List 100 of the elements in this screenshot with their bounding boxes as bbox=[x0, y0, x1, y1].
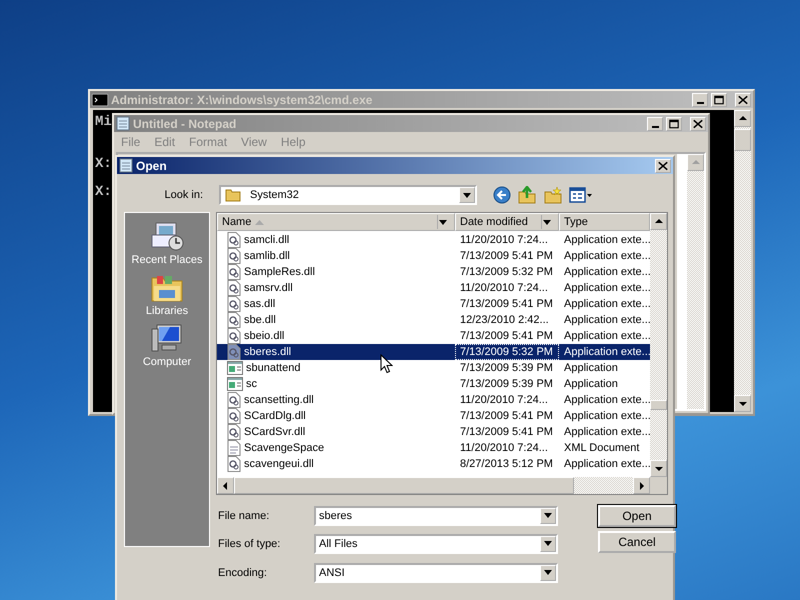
file-row[interactable]: samsrv.dll 11/20/2010 7:24... Application exte... bbox=[217, 280, 650, 296]
column-header[interactable]: Date modified bbox=[455, 213, 559, 231]
minimize-button[interactable] bbox=[647, 116, 663, 130]
date-cell-text: 7/13/2009 5:41 PM bbox=[459, 409, 554, 424]
type-cell-text: Application exte... bbox=[563, 329, 651, 344]
file-row[interactable]: scavengeui.dll 8/27/2013 5:12 PM Application exte... bbox=[217, 456, 650, 472]
file-row[interactable]: sbunattend 7/13/2009 5:39 PM Application bbox=[217, 360, 650, 376]
close-icon bbox=[691, 118, 705, 130]
file-name: sc bbox=[246, 378, 257, 390]
scroll-up-button[interactable] bbox=[734, 110, 751, 127]
file-row[interactable]: SampleRes.dll 7/13/2009 5:32 PM Application exte... bbox=[217, 264, 650, 280]
date-cell-text: 11/20/2010 7:24... bbox=[459, 441, 549, 456]
scrollbar[interactable] bbox=[650, 213, 667, 477]
close-button[interactable] bbox=[690, 116, 706, 130]
file-row[interactable]: sas.dll 7/13/2009 5:41 PM Application exte... bbox=[217, 296, 650, 312]
date-cell-text: 12/23/2010 2:42... bbox=[459, 313, 550, 328]
file-row[interactable]: sberes.dll 7/13/2009 5:32 PM Application exte... bbox=[217, 344, 650, 360]
date-cell-text: 7/13/2009 5:39 PM bbox=[459, 377, 554, 392]
type-cell-text: XML Document bbox=[563, 441, 640, 456]
file-name: samsrv.dll bbox=[244, 282, 293, 294]
file-row[interactable]: scansetting.dll 11/20/2010 7:24... Application exte... bbox=[217, 392, 650, 408]
scroll-down-button[interactable] bbox=[650, 460, 667, 477]
file-name: sbeio.dll bbox=[244, 330, 284, 342]
new-folder-icon[interactable] bbox=[543, 186, 563, 204]
scroll-thumb[interactable] bbox=[650, 400, 667, 410]
close-button[interactable] bbox=[655, 158, 671, 172]
file-row[interactable]: sbeio.dll 7/13/2009 5:41 PM Application exte... bbox=[217, 328, 650, 344]
field-label: Files of type: bbox=[218, 538, 282, 550]
file-row[interactable]: sc 7/13/2009 5:39 PM Application bbox=[217, 376, 650, 392]
file-row[interactable]: ScavengeSpace 11/20/2010 7:24... XML Document bbox=[217, 440, 650, 456]
gear-file-icon bbox=[227, 280, 241, 296]
field-label: Encoding: bbox=[218, 566, 268, 578]
console-icon bbox=[92, 94, 108, 106]
minimize-button[interactable] bbox=[692, 92, 708, 106]
type-cell-text: Application exte... bbox=[563, 425, 651, 440]
scrollbar[interactable] bbox=[734, 110, 751, 412]
scroll-down-button[interactable] bbox=[734, 395, 751, 412]
window-file-icon bbox=[227, 361, 243, 375]
type-cell-text: Application exte... bbox=[563, 297, 651, 312]
scroll-thumb[interactable] bbox=[734, 129, 751, 151]
date-cell-text: 7/13/2009 5:41 PM bbox=[459, 425, 554, 440]
caret-down-icon bbox=[463, 192, 471, 198]
date-cell: 7/13/2009 5:32 PM bbox=[455, 344, 559, 360]
file-name: sberes.dll bbox=[244, 346, 292, 358]
gear-file-icon bbox=[227, 344, 241, 360]
view-menu-icon[interactable] bbox=[569, 186, 593, 204]
file-name: SCardSvr.dll bbox=[244, 426, 306, 438]
maximize-button[interactable] bbox=[666, 116, 682, 130]
file-row[interactable]: samcli.dll 11/20/2010 7:24... Application exte... bbox=[217, 232, 650, 248]
look-in-dropdown[interactable]: System32 bbox=[219, 185, 477, 205]
close-icon bbox=[656, 160, 670, 172]
sort-arrow-icon bbox=[255, 220, 264, 224]
column-header[interactable]: Type bbox=[559, 213, 650, 231]
gear-file-icon bbox=[227, 408, 241, 424]
window-file-icon bbox=[227, 377, 243, 391]
file-row[interactable]: SCardSvr.dll 7/13/2009 5:41 PM Application exte... bbox=[217, 424, 650, 440]
window-title: Untitled - Notepad bbox=[133, 116, 238, 130]
maximize-icon bbox=[667, 118, 681, 130]
combo-field[interactable]: All Files bbox=[314, 534, 558, 554]
scrollbar[interactable] bbox=[687, 154, 704, 409]
close-button[interactable] bbox=[735, 92, 751, 106]
scroll-thumb[interactable] bbox=[234, 477, 574, 494]
caret-down-icon bbox=[544, 541, 552, 546]
type-cell-text: Application exte... bbox=[563, 345, 651, 360]
file-row[interactable]: sbe.dll 12/23/2010 2:42... Application exte... bbox=[217, 312, 650, 328]
field-label: File name: bbox=[218, 510, 270, 522]
place-item[interactable]: Libraries bbox=[146, 272, 188, 317]
file-name: ScavengeSpace bbox=[244, 442, 324, 454]
mouse-cursor-icon bbox=[380, 354, 393, 374]
combo-field[interactable]: sberes bbox=[314, 506, 558, 526]
date-cell-text: 11/20/2010 7:24... bbox=[459, 233, 549, 248]
scroll-up-button[interactable] bbox=[650, 213, 667, 230]
file-name: scavengeui.dll bbox=[244, 458, 314, 470]
dialog-button[interactable]: Cancel bbox=[598, 531, 676, 553]
place-item[interactable]: Computer bbox=[142, 323, 192, 368]
horizontal-scrollbar[interactable] bbox=[217, 477, 667, 494]
console-line: X: bbox=[95, 184, 112, 200]
file-name: SCardDlg.dll bbox=[244, 410, 306, 422]
close-icon bbox=[736, 94, 750, 106]
date-cell-text: 7/13/2009 5:41 PM bbox=[459, 249, 554, 264]
column-header[interactable]: Name bbox=[217, 213, 455, 231]
date-cell-text: 11/20/2010 7:24... bbox=[459, 281, 549, 296]
place-item[interactable]: Recent Places bbox=[132, 221, 202, 266]
scroll-left-button[interactable] bbox=[217, 477, 234, 494]
maximize-button[interactable] bbox=[711, 92, 727, 106]
combo-field[interactable]: ANSI bbox=[314, 562, 558, 582]
folder-icon bbox=[225, 188, 241, 202]
type-cell-text: Application exte... bbox=[563, 265, 651, 280]
file-row[interactable]: SCardDlg.dll 7/13/2009 5:41 PM Application exte... bbox=[217, 408, 650, 424]
notepad-icon bbox=[116, 116, 130, 131]
back-icon[interactable] bbox=[493, 186, 511, 204]
scroll-right-button[interactable] bbox=[633, 477, 650, 494]
gear-file-icon bbox=[227, 264, 241, 280]
file-row[interactable]: samlib.dll 7/13/2009 5:41 PM Application exte... bbox=[217, 248, 650, 264]
type-cell-text: Application exte... bbox=[563, 393, 651, 408]
type-cell-text: Application exte... bbox=[563, 249, 651, 264]
type-cell-text: Application exte... bbox=[563, 313, 651, 328]
recent-places-icon bbox=[150, 221, 184, 253]
dialog-button[interactable]: Open bbox=[598, 505, 676, 527]
file-name: sbunattend bbox=[246, 362, 300, 374]
